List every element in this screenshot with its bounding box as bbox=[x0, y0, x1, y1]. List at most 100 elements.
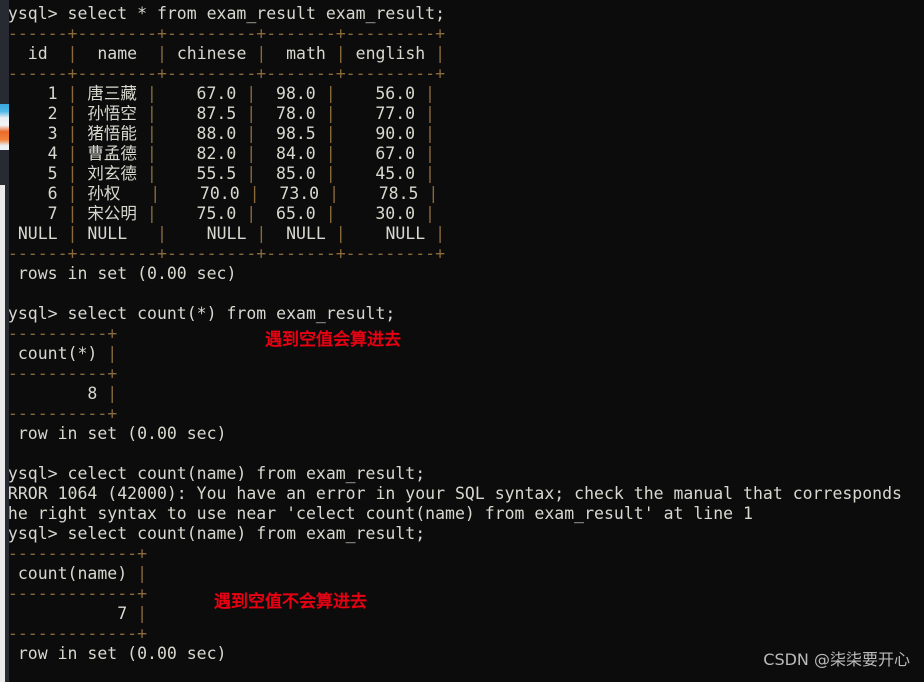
table-border-glyphs: +----------+ bbox=[0, 364, 118, 383]
terminal-text: 82.0 bbox=[156, 144, 247, 163]
table-border-glyphs: | bbox=[146, 104, 157, 123]
table-border-glyphs: | bbox=[150, 184, 161, 203]
table-border-glyphs: | bbox=[107, 344, 118, 363]
terminal-text: 98.5 bbox=[256, 124, 326, 143]
terminal-line: +------+--------+---------+-------+-----… bbox=[0, 244, 924, 264]
terminal-text: 77.0 bbox=[335, 104, 426, 123]
table-border-glyphs: | bbox=[246, 124, 257, 143]
window-left-chrome bbox=[0, 0, 9, 682]
terminal-text: 1 bbox=[7, 84, 68, 103]
table-border-glyphs: | bbox=[246, 104, 257, 123]
terminal-text: mysql> select count(*) from exam_result; bbox=[0, 304, 396, 323]
table-border-glyphs: | bbox=[435, 224, 446, 243]
terminal-line: | NULL | NULL | NULL | NULL | NULL | bbox=[0, 224, 924, 244]
table-border-glyphs: | bbox=[246, 84, 257, 103]
table-border-glyphs: | bbox=[146, 124, 157, 143]
terminal-text: 67.0 bbox=[156, 84, 247, 103]
terminal-line: 8 rows in set (0.00 sec) bbox=[0, 264, 924, 284]
table-border-glyphs: | bbox=[425, 164, 435, 183]
terminal-text: 宋公明 bbox=[77, 204, 147, 223]
table-border-glyphs: | bbox=[67, 184, 78, 203]
terminal-text: ERROR 1064 (42000): You have an error in… bbox=[0, 484, 902, 503]
terminal-text: NULL bbox=[77, 224, 157, 243]
table-border-glyphs: +------+--------+---------+-------+-----… bbox=[0, 24, 446, 43]
table-border-glyphs: | bbox=[146, 84, 157, 103]
csdn-watermark: CSDN @柒柒要开心 bbox=[763, 650, 910, 669]
terminal-text: mysql> select * from exam_result exam_re… bbox=[0, 4, 446, 23]
terminal-text: name bbox=[77, 44, 157, 63]
table-border-glyphs: | bbox=[256, 44, 267, 63]
terminal-line: | 7 | 宋公明 | 75.0 | 65.0 | 30.0 | bbox=[0, 204, 924, 224]
terminal-text: 84.0 bbox=[256, 144, 326, 163]
terminal-text: chinese bbox=[166, 44, 257, 63]
terminal-text: 75.0 bbox=[156, 204, 247, 223]
terminal-text: 1 row in set (0.00 sec) bbox=[0, 424, 227, 443]
terminal-text: 猪悟能 bbox=[77, 124, 147, 143]
terminal-text: 8 rows in set (0.00 sec) bbox=[0, 264, 237, 283]
terminal-line: mysql> celect count(name) from exam_resu… bbox=[0, 464, 924, 484]
terminal-text: 88.0 bbox=[156, 124, 247, 143]
taskbar-app-icon[interactable] bbox=[0, 104, 9, 150]
terminal-text: NULL bbox=[166, 224, 257, 243]
table-border-glyphs: | bbox=[137, 564, 148, 583]
terminal-line: +-------------+ bbox=[0, 624, 924, 644]
terminal-text: 85.0 bbox=[256, 164, 326, 183]
table-border-glyphs: | bbox=[256, 224, 267, 243]
table-border-glyphs: | bbox=[156, 44, 167, 63]
table-border-glyphs: | bbox=[246, 144, 257, 163]
terminal-text: NULL bbox=[266, 224, 336, 243]
table-border-glyphs: | bbox=[325, 104, 336, 123]
terminal-text: 56.0 bbox=[335, 84, 426, 103]
terminal-line: +-------------+ bbox=[0, 544, 924, 564]
window-scrollbar[interactable] bbox=[0, 185, 5, 682]
terminal-text: 2 bbox=[7, 104, 68, 123]
table-border-glyphs: +----------+ bbox=[0, 404, 118, 423]
terminal-text: 73.0 bbox=[259, 184, 330, 203]
table-border-glyphs: | bbox=[146, 144, 157, 163]
table-border-glyphs: | bbox=[325, 124, 336, 143]
terminal-text: math bbox=[266, 44, 336, 63]
terminal-line: | 6 | 孙权 | 70.0 | 73.0 | 78.5 | bbox=[0, 184, 924, 204]
terminal-text: 78.5 bbox=[339, 184, 429, 203]
table-border-glyphs: | bbox=[67, 164, 78, 183]
terminal-line: | 8 | bbox=[0, 384, 924, 404]
terminal-line: | 4 | 曹孟德 | 82.0 | 84.0 | 67.0 | bbox=[0, 144, 924, 164]
table-border-glyphs: | bbox=[67, 204, 78, 223]
annotation-count-star-note: 遇到空值会算进去 bbox=[265, 330, 401, 350]
terminal-text: count(name) bbox=[7, 564, 138, 583]
table-border-glyphs: | bbox=[325, 164, 336, 183]
table-border-glyphs: | bbox=[425, 124, 435, 143]
table-border-glyphs: | bbox=[67, 44, 78, 63]
terminal-line: | 1 | 唐三藏 | 67.0 | 98.0 | 56.0 | bbox=[0, 84, 924, 104]
terminal-text: 45.0 bbox=[335, 164, 426, 183]
terminal-text: 1 row in set (0.00 sec) bbox=[0, 644, 227, 663]
mysql-terminal-output[interactable]: mysql> select * from exam_result exam_re… bbox=[0, 0, 924, 682]
terminal-text: 30.0 bbox=[335, 204, 426, 223]
terminal-text: 刘玄德 bbox=[77, 164, 147, 183]
terminal-line: | 7 | bbox=[0, 604, 924, 624]
terminal-text: 90.0 bbox=[335, 124, 426, 143]
terminal-line: | count(*) | bbox=[0, 344, 924, 364]
terminal-text: 孙权 bbox=[77, 184, 151, 203]
table-border-glyphs: | bbox=[156, 224, 167, 243]
table-border-glyphs: | bbox=[107, 384, 118, 403]
annotation-count-name-note: 遇到空值不会算进去 bbox=[214, 592, 367, 612]
table-border-glyphs: | bbox=[335, 224, 346, 243]
table-border-glyphs: +----------+ bbox=[0, 324, 118, 343]
table-border-glyphs: | bbox=[325, 84, 336, 103]
terminal-text: 6 bbox=[7, 184, 68, 203]
terminal-line: | 5 | 刘玄德 | 55.5 | 85.0 | 45.0 | bbox=[0, 164, 924, 184]
terminal-text: 8 bbox=[7, 384, 108, 403]
terminal-line: +----------+ bbox=[0, 404, 924, 424]
table-border-glyphs: | bbox=[425, 104, 435, 123]
terminal-text: 曹孟德 bbox=[77, 144, 147, 163]
terminal-line: | 2 | 孙悟空 | 87.5 | 78.0 | 77.0 | bbox=[0, 104, 924, 124]
table-border-glyphs: | bbox=[425, 204, 435, 223]
terminal-text: count(*) bbox=[7, 344, 108, 363]
terminal-text: the right syntax to use near 'celect cou… bbox=[0, 504, 753, 523]
table-border-glyphs: | bbox=[325, 204, 336, 223]
table-border-glyphs: | bbox=[67, 104, 78, 123]
terminal-line: +----------+ bbox=[0, 324, 924, 344]
terminal-line: | id | name | chinese | math | english | bbox=[0, 44, 924, 64]
